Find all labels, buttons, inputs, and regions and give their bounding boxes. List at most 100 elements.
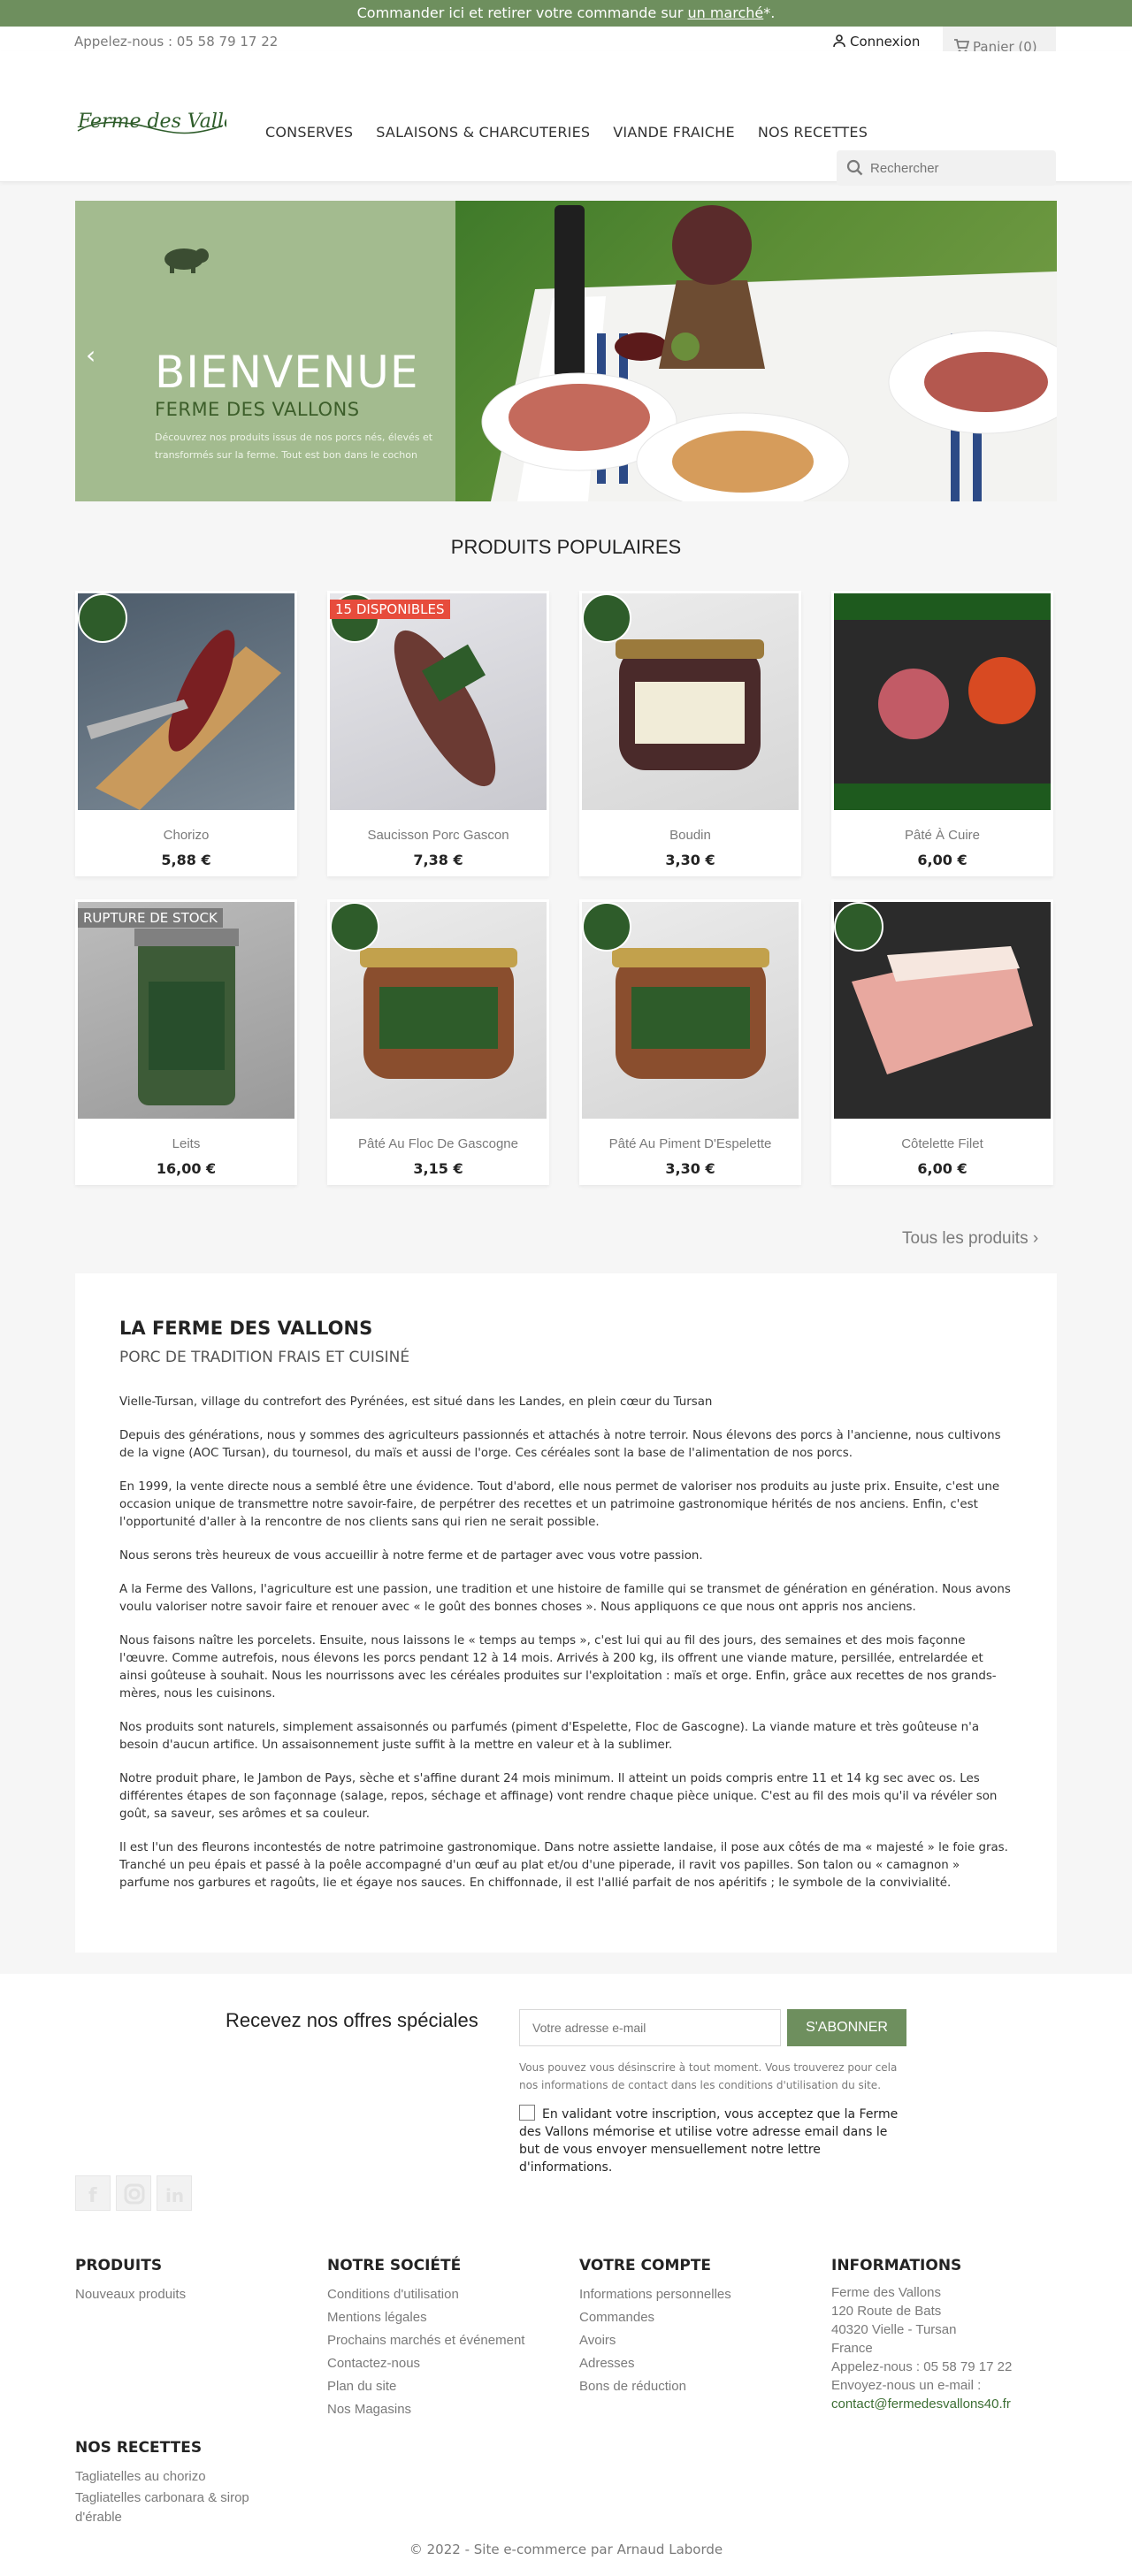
- product-name[interactable]: Leits: [75, 1136, 297, 1151]
- banner-suffix: *.: [763, 4, 776, 21]
- hero-subtitle: FERME DES VALLONS: [155, 399, 360, 420]
- product-name[interactable]: Saucisson Porc Gascon: [327, 828, 549, 843]
- farm-badge-icon: [582, 902, 631, 952]
- hero-slider: BIENVENUE FERME DES VALLONS Découvrez no…: [75, 201, 1057, 501]
- farm-badge-icon: [582, 593, 631, 643]
- footer-heading: VOTRE COMPTE: [579, 2257, 712, 2274]
- pig-icon: [164, 248, 209, 273]
- footer-link[interactable]: Nouveaux produits: [75, 2283, 186, 2306]
- farm-badge-icon: [834, 902, 883, 952]
- banner-link[interactable]: un marché: [688, 4, 764, 21]
- product-price: 3,30 €: [665, 1160, 715, 1177]
- hero-title: BIENVENUE: [155, 347, 419, 398]
- linkedin-icon[interactable]: in: [157, 2175, 192, 2211]
- footer-col-recettes: NOS RECETTES Tagliatelles au chorizo Tag…: [75, 2439, 287, 2527]
- about-paragraph: Il est l'un des fleurons incontestés de …: [119, 1841, 1008, 1890]
- product-card[interactable]: Pâté Au Piment D'Espelette 3,30 €: [579, 899, 801, 1185]
- subscribe-button[interactable]: S'ABONNER: [787, 2009, 906, 2046]
- hero-photo: [455, 201, 1057, 501]
- product-name[interactable]: Boudin: [579, 828, 801, 843]
- footer-link[interactable]: Tagliatelles au chorizo: [75, 2465, 287, 2488]
- instagram-icon[interactable]: [116, 2175, 151, 2211]
- footer-link[interactable]: Prochains marchés et événement: [327, 2329, 524, 2352]
- slider-next-icon[interactable]: ›: [1036, 340, 1046, 370]
- footer-heading: NOTRE SOCIÉTÉ: [327, 2257, 462, 2274]
- login-link[interactable]: Connexion: [832, 34, 920, 50]
- search-icon[interactable]: [845, 158, 865, 178]
- product-image[interactable]: [78, 902, 294, 1119]
- site-logo[interactable]: Ferme des Vallons: [74, 97, 258, 149]
- slider-prev-icon[interactable]: ‹: [86, 340, 96, 370]
- footer-link[interactable]: Bons de réduction: [579, 2375, 731, 2398]
- product-name[interactable]: Côtelette Filet: [831, 1136, 1053, 1151]
- footer-area: Recevez nos offres spéciales S'ABONNER V…: [0, 1974, 1132, 2576]
- footer-link[interactable]: Nos Magasins: [327, 2398, 524, 2421]
- product-card[interactable]: Pâté Au Floc De Gascogne 3,15 €: [327, 899, 549, 1185]
- product-price: 6,00 €: [917, 1160, 968, 1177]
- footer-info-line: 40320 Vielle - Tursan: [831, 2322, 957, 2337]
- svg-text:in: in: [165, 2185, 184, 2206]
- menu-conserves[interactable]: CONSERVES: [265, 124, 353, 141]
- login-label: Connexion: [850, 34, 921, 50]
- newsletter-email-input[interactable]: [519, 2009, 781, 2046]
- about-paragraph: Depuis des générations, nous y sommes de…: [119, 1429, 1001, 1460]
- newsletter-consent: En validant votre inscription, vous acce…: [519, 2105, 908, 2176]
- footer-link[interactable]: Conditions d'utilisation: [327, 2283, 524, 2306]
- svg-text:f: f: [88, 2185, 97, 2207]
- hero-text: Découvrez nos produits issus de nos porc…: [155, 432, 433, 461]
- footer-link[interactable]: Adresses: [579, 2352, 731, 2375]
- menu-viande-fraiche[interactable]: VIANDE FRAICHE: [613, 124, 735, 141]
- farm-badge-icon: [330, 902, 379, 952]
- footer-link[interactable]: Mentions légales: [327, 2306, 524, 2329]
- footer-link[interactable]: Plan du site: [327, 2375, 524, 2398]
- consent-checkbox[interactable]: [519, 2105, 535, 2121]
- product-price: 6,00 €: [917, 852, 968, 868]
- footer-link[interactable]: Commandes: [579, 2306, 731, 2329]
- farm-badge-icon: [78, 593, 127, 643]
- product-card[interactable]: Chorizo 5,88 €: [75, 591, 297, 876]
- search-box: [837, 150, 1056, 186]
- footer-col-compte: VOTRE COMPTE Informations personnelles C…: [579, 2257, 731, 2398]
- footer-link[interactable]: Informations personnelles: [579, 2283, 731, 2306]
- footer-info-line: Ferme des Vallons: [831, 2285, 941, 2300]
- about-paragraph: A la Ferme des Vallons, l'agriculture es…: [119, 1583, 1011, 1614]
- footer-link[interactable]: Contactez-nous: [327, 2352, 524, 2375]
- footer-info-line: Appelez-nous : 05 58 79 17 22: [831, 2359, 1013, 2374]
- about-paragraph: Nos produits sont naturels, simplement a…: [119, 1721, 980, 1752]
- footer-heading: INFORMATIONS: [831, 2257, 962, 2274]
- about-paragraph: Notre produit phare, le Jambon de Pays, …: [119, 1772, 998, 1821]
- footer-heading: PRODUITS: [75, 2257, 163, 2274]
- footer-heading: NOS RECETTES: [75, 2439, 203, 2457]
- menu-nos-recettes[interactable]: NOS RECETTES: [758, 124, 868, 141]
- about-paragraph: Vielle-Tursan, village du contrefort des…: [119, 1395, 713, 1409]
- about-paragraph: Nous serons très heureux de vous accueil…: [119, 1549, 703, 1563]
- popular-products-title: PRODUITS POPULAIRES: [450, 536, 682, 558]
- product-card[interactable]: RUPTURE DE STOCK Leits 16,00 €: [75, 899, 297, 1185]
- search-input[interactable]: [870, 156, 1047, 180]
- product-card[interactable]: Pâté À Cuire 6,00 €: [831, 591, 1053, 876]
- product-card[interactable]: Côtelette Filet 6,00 €: [831, 899, 1053, 1185]
- product-name[interactable]: Pâté Au Floc De Gascogne: [327, 1136, 549, 1151]
- about-section: LA FERME DES VALLONS PORC DE TRADITION F…: [75, 1273, 1057, 1953]
- footer-email-link[interactable]: contact@fermedesvallons40.fr: [831, 2395, 1012, 2413]
- footer-col-societe: NOTRE SOCIÉTÉ Conditions d'utilisation M…: [327, 2257, 524, 2421]
- user-icon: [833, 34, 845, 48]
- all-products-link[interactable]: Tous les produits ›: [902, 1229, 1038, 1249]
- facebook-icon[interactable]: f: [75, 2175, 111, 2211]
- consent-text: En validant votre inscription, vous acce…: [519, 2107, 899, 2175]
- newsletter-title: Recevez nos offres spéciales: [226, 2009, 478, 2031]
- product-image[interactable]: [834, 593, 1051, 810]
- footer-link[interactable]: Avoirs: [579, 2329, 731, 2352]
- product-price: 5,88 €: [161, 852, 211, 868]
- footer-col-informations: INFORMATIONS Ferme des Vallons 120 Route…: [831, 2257, 1012, 2413]
- header-top-row: Appelez-nous : 05 58 79 17 22 Connexion …: [0, 27, 1132, 71]
- product-name[interactable]: Chorizo: [75, 828, 297, 843]
- about-subtitle: PORC DE TRADITION FRAIS ET CUISINÉ: [119, 1349, 410, 1366]
- menu-salaisons[interactable]: SALAISONS & CHARCUTERIES: [376, 124, 590, 141]
- product-name[interactable]: Pâté À Cuire: [831, 828, 1053, 843]
- product-card[interactable]: 15 DISPONIBLES Saucisson Porc Gascon 7,3…: [327, 591, 549, 876]
- footer-link[interactable]: Tagliatelles carbonara & sirop d'érable: [75, 2488, 287, 2527]
- product-name[interactable]: Pâté Au Piment D'Espelette: [579, 1136, 801, 1151]
- header-main-row: Ferme des Vallons CONSERVES SALAISONS & …: [0, 51, 1132, 186]
- product-card[interactable]: Boudin 3,30 €: [579, 591, 801, 876]
